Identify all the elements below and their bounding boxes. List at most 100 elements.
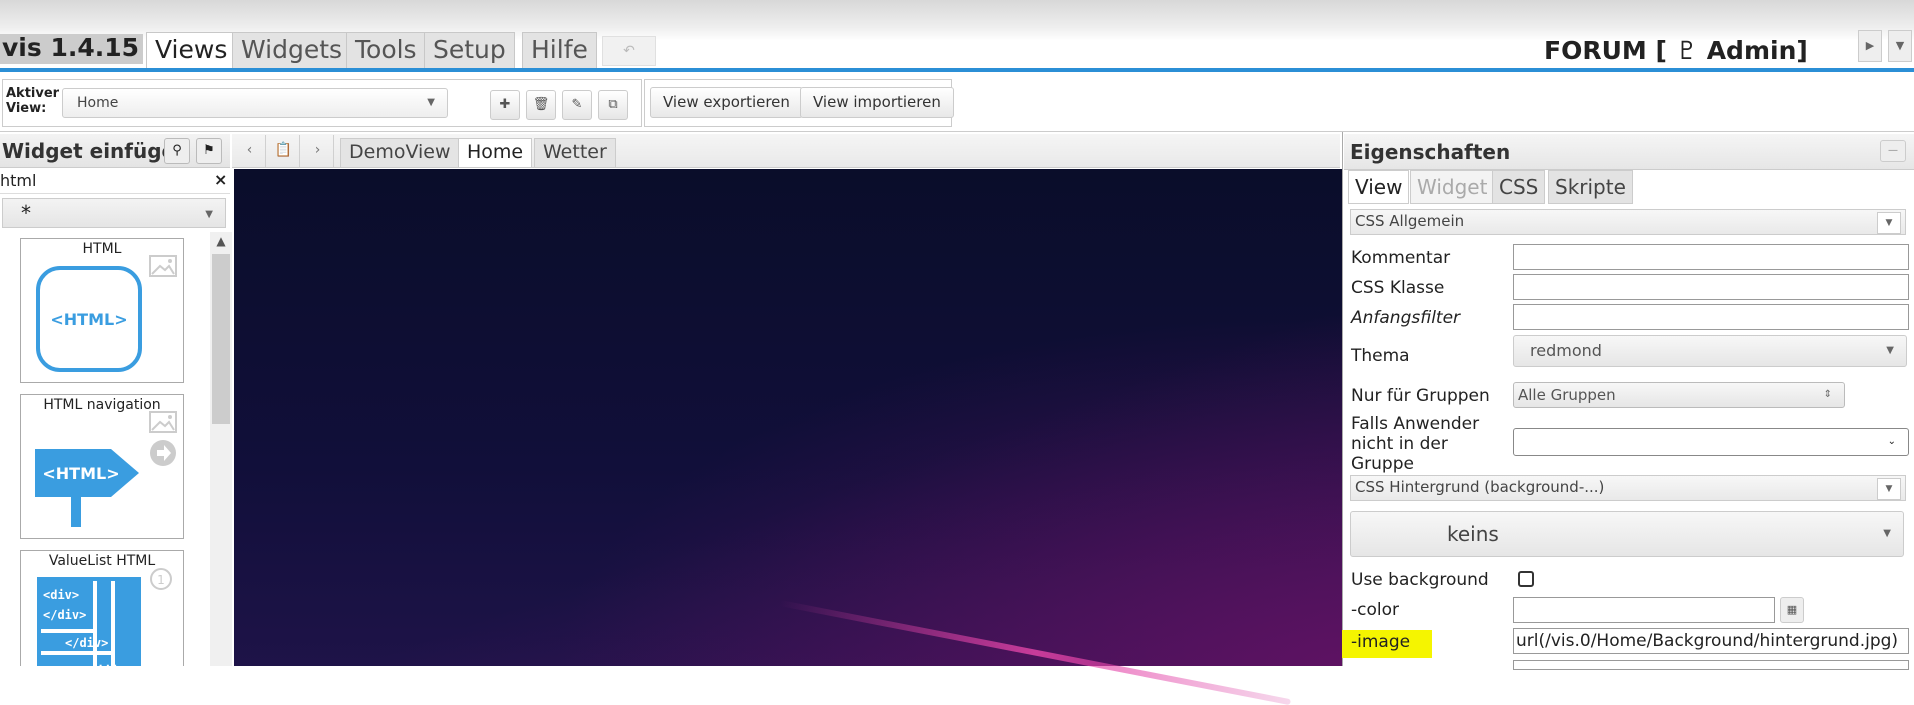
background-preset-value: keins	[1447, 522, 1499, 546]
nur-gruppen-value: Alle Gruppen	[1518, 386, 1616, 404]
undo-icon: ↶	[623, 43, 635, 59]
widget-set-value: *	[21, 201, 31, 225]
group-css-hintergrund[interactable]: CSS Hintergrund (background-...) ▼	[1350, 475, 1906, 501]
chevron-down-icon: ▼	[1877, 478, 1901, 500]
code-line: <div>	[43, 588, 79, 602]
updown-icon: ⇕	[1823, 389, 1832, 400]
active-view-value: Home	[77, 95, 119, 111]
tab-widgets[interactable]: Widgets	[232, 32, 352, 68]
clipboard-icon: 📋	[274, 142, 293, 158]
tag-button[interactable]: ⚑	[196, 138, 222, 164]
view-canvas[interactable]	[234, 169, 1342, 666]
css-klasse-label: CSS Klasse	[1351, 278, 1445, 298]
chevron-down-icon: ▼	[1886, 345, 1894, 356]
tab-setup[interactable]: Setup	[424, 32, 515, 68]
palette-icon: ▦	[1786, 603, 1798, 616]
background-preset-select[interactable]: keins ▼	[1350, 511, 1904, 557]
play-button[interactable]: ▶	[1858, 30, 1882, 62]
next-view-button[interactable]: ›	[302, 135, 334, 167]
kommentar-label: Kommentar	[1351, 248, 1451, 268]
widget-filter-input[interactable]: html	[0, 170, 230, 194]
project-user-label: FORUM [ ♇ Admin]	[1544, 36, 1808, 65]
widget-set-select[interactable]: * ▼	[2, 198, 226, 228]
add-view-button[interactable]: ✚	[490, 90, 520, 120]
clear-filter-icon[interactable]: ×	[214, 170, 227, 189]
props-tab-css[interactable]: CSS	[1492, 170, 1546, 204]
falls-anwender-label: Falls Anwender nicht in der Gruppe	[1351, 414, 1480, 474]
widget-card-html-navigation[interactable]: HTML navigation <HTML>	[20, 394, 184, 539]
falls-anwender-select[interactable]: ⌄	[1513, 428, 1909, 456]
collapse-icon: —	[1888, 145, 1898, 156]
chevron-down-icon: ▼	[1895, 39, 1905, 52]
active-view-label: Aktiver View:	[6, 86, 60, 116]
widget-card-html[interactable]: HTML <HTML>	[20, 238, 184, 383]
code-line: </div>	[65, 636, 108, 650]
html-icon-text: <HTML>	[42, 464, 119, 483]
search-icon: ⚲	[172, 143, 182, 158]
thema-label: Thema	[1351, 346, 1410, 366]
html-widget-icon: <HTML>	[36, 266, 142, 372]
undo-button[interactable]: ↶	[602, 36, 656, 66]
code-line: </div>	[43, 608, 86, 622]
chevron-left-icon: ‹	[246, 142, 253, 158]
group-title: CSS Hintergrund (background-...)	[1355, 478, 1605, 496]
thema-select[interactable]: redmond ▼	[1513, 335, 1907, 367]
widget-palette: HTML <HTML> HTML navigation <HTML> Value…	[0, 232, 232, 666]
scrollbar-thumb[interactable]	[212, 254, 230, 424]
anfangsfilter-input[interactable]	[1513, 304, 1909, 330]
tab-views[interactable]: Views	[146, 32, 237, 68]
tab-tools[interactable]: Tools	[346, 32, 426, 68]
view-tab-wetter[interactable]: Wetter	[534, 138, 616, 167]
group-css-allgemein[interactable]: CSS Allgemein ▼	[1350, 209, 1906, 235]
use-background-checkbox[interactable]	[1518, 571, 1534, 587]
next-field-input[interactable]	[1513, 660, 1909, 670]
active-view-select[interactable]: Home ▼	[62, 88, 448, 118]
css-klasse-input[interactable]	[1513, 274, 1909, 300]
number-one-icon: 1	[150, 568, 172, 590]
play-icon: ▶	[1865, 39, 1875, 52]
chevron-down-icon: ▼	[427, 97, 435, 108]
trash-icon: 🗑	[532, 97, 550, 112]
color-picker-button[interactable]: ▦	[1780, 597, 1804, 623]
copy-view-button[interactable]: ⧉	[598, 90, 628, 120]
tab-hilfe[interactable]: Hilfe	[522, 32, 597, 68]
pencil-icon: ✎	[571, 97, 583, 112]
kommentar-input[interactable]	[1513, 244, 1909, 270]
chevron-down-icon: ⌄	[1887, 436, 1896, 447]
html-navigation-widget-icon: <HTML>	[35, 449, 139, 527]
image-label: -image	[1351, 632, 1411, 652]
view-tab-home[interactable]: Home	[458, 138, 533, 167]
color-label: -color	[1351, 600, 1399, 620]
copy-icon: ⧉	[608, 97, 618, 112]
scroll-up-icon[interactable]: ▲	[212, 234, 230, 252]
props-tab-skripte[interactable]: Skripte	[1548, 170, 1633, 204]
nur-gruppen-select[interactable]: Alle Gruppen ⇕	[1513, 382, 1845, 408]
thema-value: redmond	[1530, 341, 1602, 360]
group-title: CSS Allgemein	[1355, 212, 1465, 230]
nur-gruppen-label: Nur für Gruppen	[1351, 386, 1490, 406]
widget-panel-title: Widget einfügen	[2, 139, 190, 163]
anfangsfilter-label: Anfangsfilter	[1351, 308, 1461, 328]
view-list-button[interactable]: 📋	[268, 135, 300, 167]
chevron-down-icon: ▼	[1883, 528, 1891, 539]
rename-view-button[interactable]: ✎	[562, 90, 592, 120]
plus-icon: ✚	[499, 97, 511, 112]
prev-view-button[interactable]: ‹	[234, 135, 266, 167]
dropdown-button[interactable]: ▼	[1888, 30, 1912, 62]
tag-icon: ⚑	[203, 143, 215, 158]
widget-card-valuelist-html[interactable]: ValueList HTML 1 <div> </div> </div> ...	[20, 550, 184, 666]
use-background-label: Use background	[1351, 570, 1489, 590]
props-tab-widget[interactable]: Widget	[1410, 170, 1495, 204]
image-icon	[149, 411, 177, 433]
view-tab-demoview[interactable]: DemoView	[340, 138, 460, 167]
view-export-button[interactable]: View exportieren	[650, 87, 803, 118]
image-input[interactable]: url(/vis.0/Home/Background/hintergrund.j…	[1513, 628, 1909, 654]
color-input[interactable]	[1513, 597, 1775, 623]
valuelist-widget-icon: <div> </div> </div> ...	[37, 577, 141, 666]
collapse-button[interactable]: —	[1880, 140, 1906, 162]
props-tab-view[interactable]: View	[1348, 170, 1410, 204]
delete-view-button[interactable]: 🗑	[526, 90, 556, 120]
view-import-button[interactable]: View importieren	[800, 87, 954, 118]
search-button[interactable]: ⚲	[164, 138, 190, 164]
chevron-down-icon: ▼	[205, 209, 213, 220]
